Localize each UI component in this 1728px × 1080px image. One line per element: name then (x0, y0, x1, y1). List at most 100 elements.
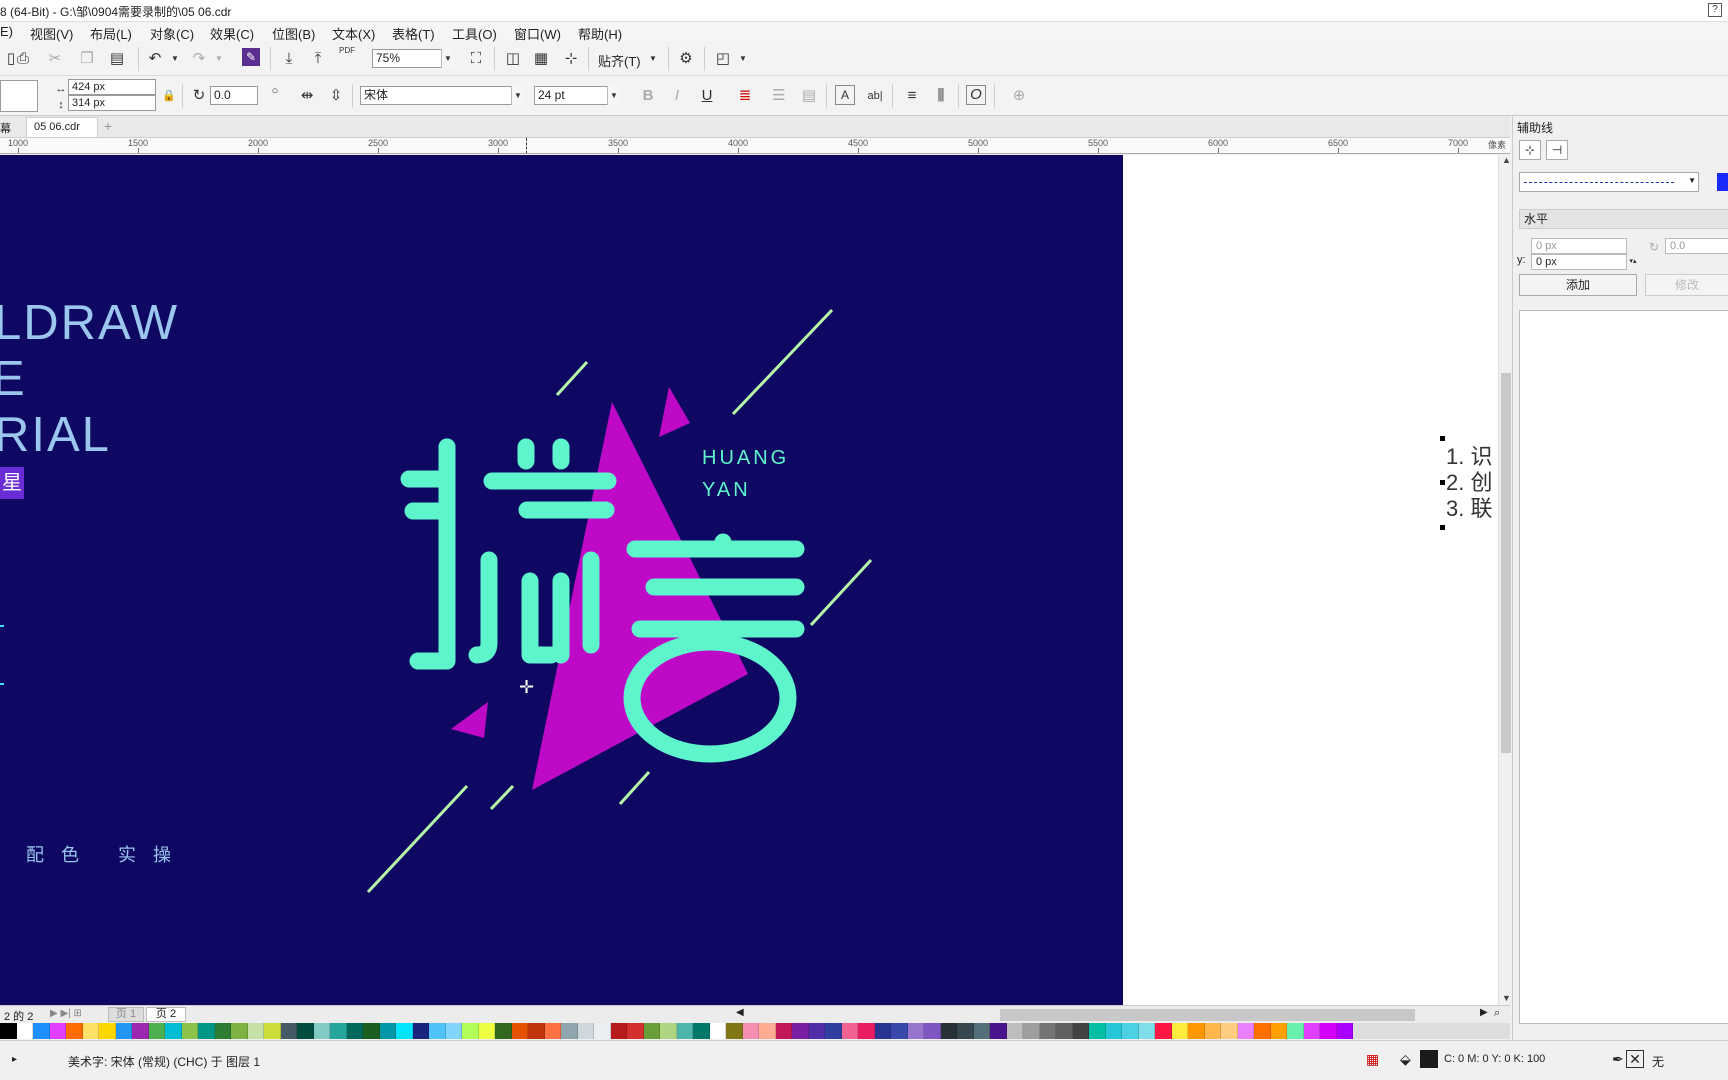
character-formatting-icon[interactable]: A (835, 85, 855, 105)
color-swatch[interactable] (1155, 1023, 1172, 1039)
line-style-select[interactable]: ▼ (1519, 172, 1699, 192)
cut-icon[interactable]: ✂ (44, 48, 66, 70)
color-swatch[interactable] (561, 1023, 578, 1039)
bold-button[interactable]: B (637, 85, 659, 107)
color-palette[interactable] (0, 1023, 1510, 1039)
color-swatch[interactable] (610, 1023, 627, 1039)
color-swatch[interactable] (1138, 1023, 1155, 1039)
color-swatch[interactable] (891, 1023, 908, 1039)
italic-button[interactable]: I (666, 85, 688, 107)
color-swatch[interactable] (990, 1023, 1007, 1039)
scroll-down-icon[interactable]: ▼ (1502, 993, 1511, 1003)
edit-text-icon[interactable]: ab| (864, 85, 886, 107)
scroll-left-icon[interactable]: ◀ (736, 1007, 744, 1018)
color-swatch[interactable] (1089, 1023, 1106, 1039)
text-list-item[interactable]: 1. 识 (1446, 444, 1492, 470)
text-align-icon[interactable]: ≣ (734, 85, 756, 107)
color-swatch[interactable] (907, 1023, 924, 1039)
color-swatch[interactable] (462, 1023, 479, 1039)
opentype-icon[interactable]: O (966, 85, 986, 105)
next-page-icon[interactable]: ▶ ▶| ⊞ (50, 1008, 82, 1019)
scroll-thumb[interactable] (1501, 373, 1511, 753)
color-swatch[interactable] (1204, 1023, 1221, 1039)
help-icon[interactable]: ? (1708, 3, 1722, 17)
color-swatch[interactable] (0, 1023, 17, 1039)
application-launcher-icon[interactable]: ◰ (712, 48, 734, 70)
color-swatch[interactable] (874, 1023, 891, 1039)
horizontal-text-icon[interactable]: ≡ (901, 85, 923, 107)
menu-object[interactable]: 对象(C) (150, 24, 194, 43)
line-style-dropdown-icon[interactable]: ▼ (1688, 176, 1696, 185)
color-swatch[interactable] (412, 1023, 429, 1039)
menu-table[interactable]: 表格(T) (392, 24, 435, 43)
color-swatch[interactable] (1122, 1023, 1139, 1039)
color-swatch[interactable] (742, 1023, 759, 1039)
color-swatch[interactable] (1287, 1023, 1304, 1039)
color-swatch[interactable] (115, 1023, 132, 1039)
color-swatch[interactable] (280, 1023, 297, 1039)
font-list-field[interactable]: 宋体 (360, 86, 512, 105)
color-swatch[interactable] (231, 1023, 248, 1039)
publish-pdf-icon[interactable]: PDF (336, 46, 358, 68)
export-icon[interactable]: ⤒ (307, 48, 329, 70)
color-swatch[interactable] (660, 1023, 677, 1039)
color-swatch[interactable] (495, 1023, 512, 1039)
color-swatch[interactable] (1237, 1023, 1254, 1039)
tab-page-2[interactable]: 页 2 (146, 1007, 186, 1022)
color-swatch[interactable] (693, 1023, 710, 1039)
color-swatch[interactable] (759, 1023, 776, 1039)
no-outline-icon[interactable]: ✕ (1626, 1050, 1644, 1068)
color-swatch[interactable] (214, 1023, 231, 1039)
show-grid-icon[interactable]: ▦ (530, 48, 552, 70)
selection-handle[interactable] (1440, 480, 1445, 485)
add-icon[interactable]: ⊕ (1008, 85, 1030, 107)
color-swatch[interactable] (1320, 1023, 1337, 1039)
color-swatch[interactable] (313, 1023, 330, 1039)
color-swatch[interactable] (66, 1023, 83, 1039)
artboard[interactable]: LDRAW E RIAL 星 配 色 实 操 HUANG YAN ✛ (0, 155, 1123, 1005)
menu-effects[interactable]: 效果(C) (210, 24, 254, 43)
launcher-dropdown-icon[interactable]: ▼ (732, 48, 754, 70)
x-position-field[interactable]: 0 px (1531, 238, 1627, 254)
color-swatch[interactable] (1221, 1023, 1238, 1039)
color-swatch[interactable] (858, 1023, 875, 1039)
undo-dropdown-icon[interactable]: ▼ (164, 48, 186, 70)
tab-document[interactable]: 05 06.cdr (26, 117, 98, 137)
menu-text[interactable]: 文本(X) (332, 24, 375, 43)
color-swatch[interactable] (1336, 1023, 1353, 1039)
color-swatch[interactable] (676, 1023, 693, 1039)
fill-swatch[interactable] (1420, 1050, 1438, 1068)
color-swatch[interactable] (957, 1023, 974, 1039)
zoom-dropdown-icon[interactable]: ▼ (441, 49, 454, 68)
vertical-scrollbar[interactable]: ▲ ▼ (1498, 155, 1512, 1005)
undo-icon[interactable]: ↶ (144, 48, 166, 70)
tab-welcome[interactable]: 幕 (0, 120, 11, 136)
horizontal-scroll-thumb[interactable] (1000, 1009, 1415, 1021)
options-gear-icon[interactable]: ⚙ (675, 48, 697, 70)
guide-color-swatch[interactable] (1717, 173, 1728, 191)
scroll-up-icon[interactable]: ▲ (1502, 155, 1511, 165)
redo-dropdown-icon[interactable]: ▼ (208, 48, 230, 70)
print-icon[interactable]: ⎙ (12, 48, 34, 70)
color-swatch[interactable] (808, 1023, 825, 1039)
guide-lock-icon[interactable]: ⊣ (1546, 140, 1568, 160)
menu-help[interactable]: 帮助(H) (578, 24, 622, 43)
color-swatch[interactable] (99, 1023, 116, 1039)
color-swatch[interactable] (33, 1023, 50, 1039)
tab-page-1[interactable]: 页 1 (108, 1007, 144, 1022)
color-swatch[interactable] (82, 1023, 99, 1039)
color-swatch[interactable] (148, 1023, 165, 1039)
color-swatch[interactable] (132, 1023, 149, 1039)
zoom-level-field[interactable]: 75% (372, 49, 442, 68)
orientation-select[interactable]: 水平 (1519, 209, 1728, 229)
color-swatch[interactable] (49, 1023, 66, 1039)
color-swatch[interactable] (973, 1023, 990, 1039)
color-swatch[interactable] (396, 1023, 413, 1039)
font-size-field[interactable]: 24 pt (534, 86, 608, 105)
color-swatch[interactable] (643, 1023, 660, 1039)
color-proof-icon[interactable]: ▦ (1366, 1051, 1379, 1068)
guide-type-icon[interactable]: ⊹ (1519, 140, 1541, 160)
selection-handle[interactable] (1440, 436, 1445, 441)
lock-ratio-icon[interactable]: 🔒 (158, 85, 180, 107)
color-swatch[interactable] (1056, 1023, 1073, 1039)
